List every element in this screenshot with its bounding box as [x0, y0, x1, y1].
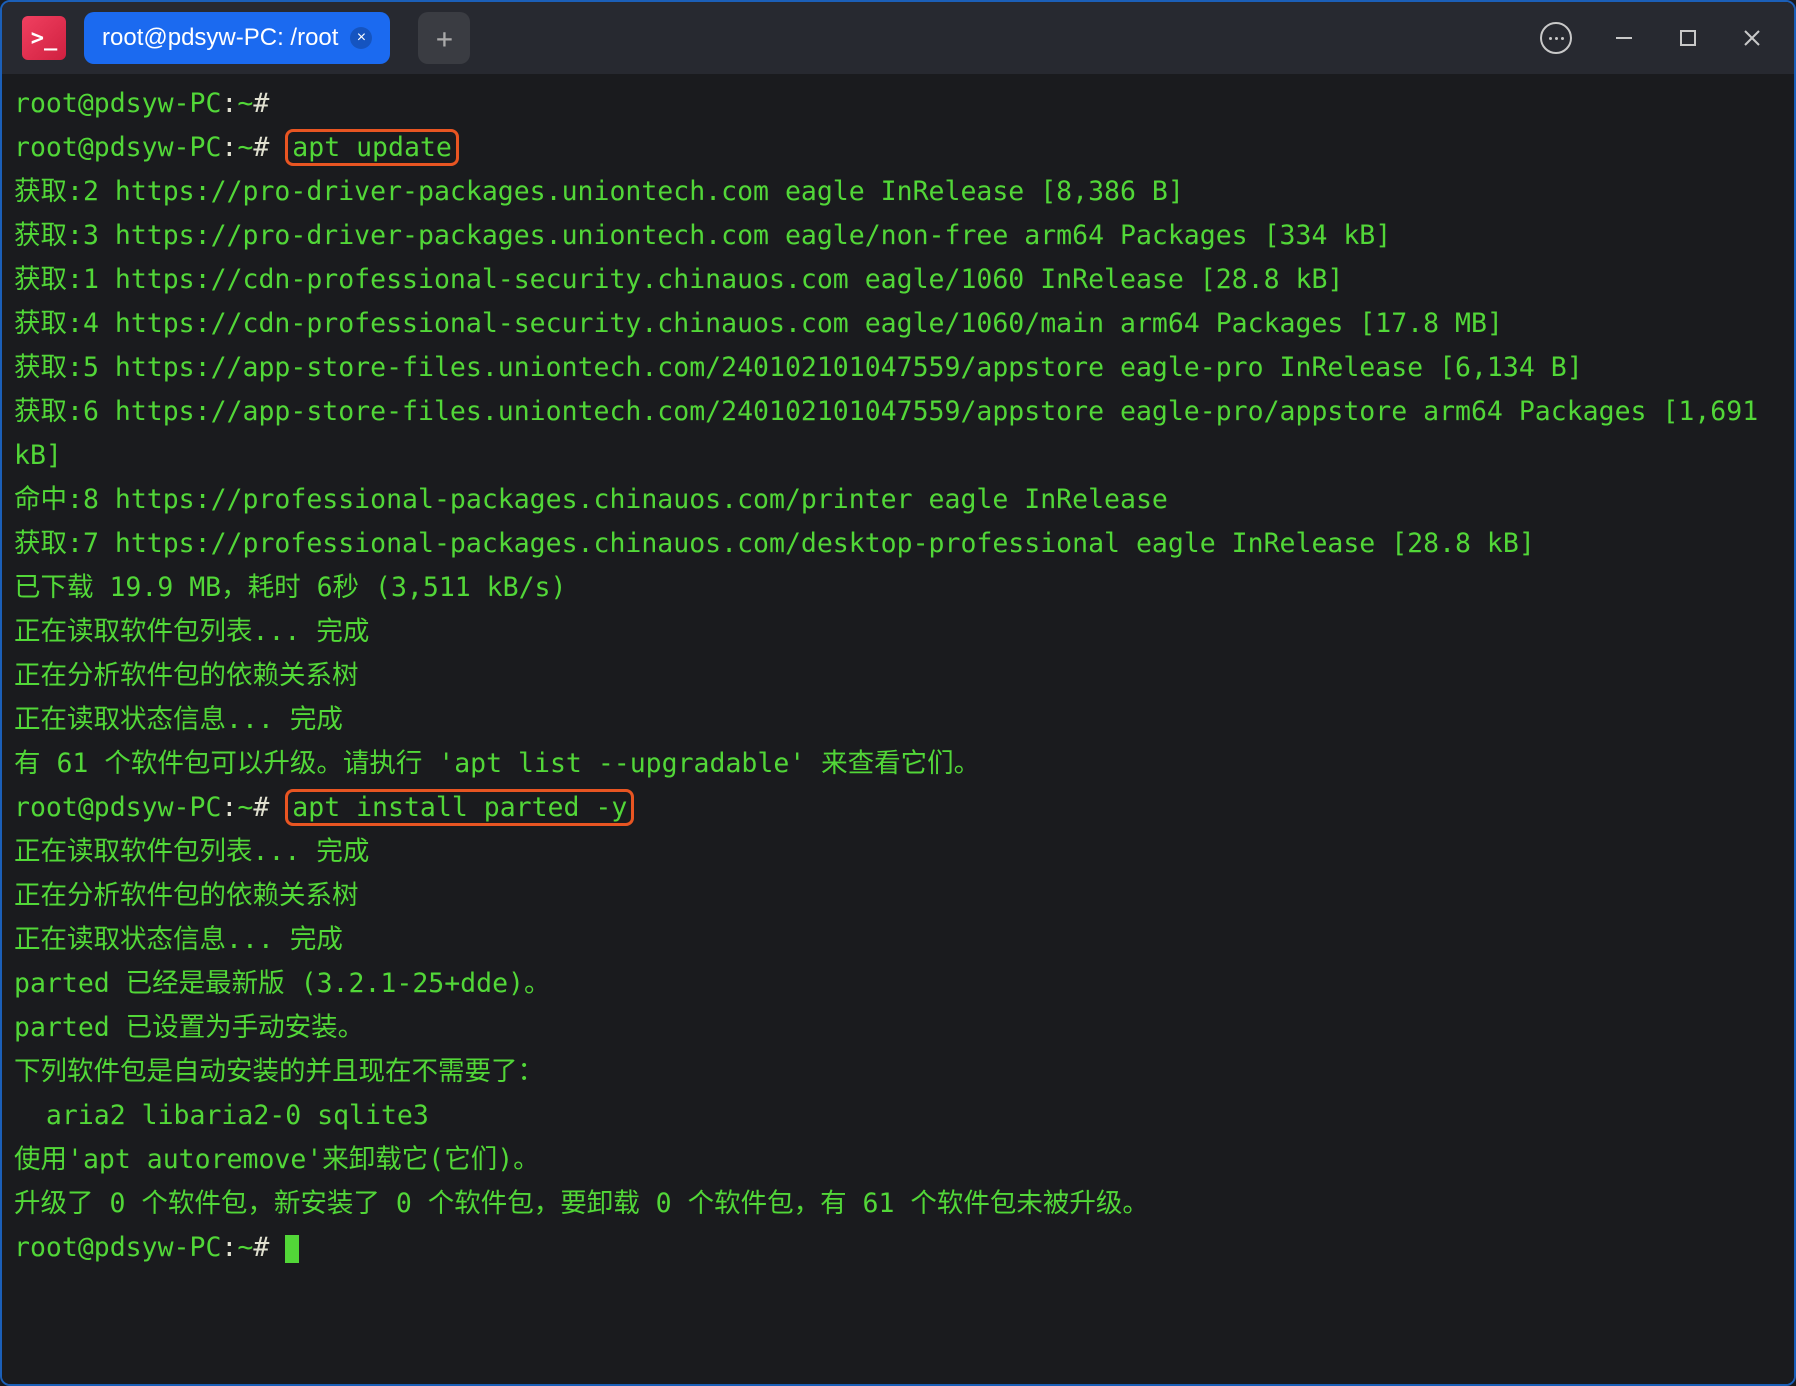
- terminal-line: 获取:1 https://cdn-professional-security.c…: [14, 258, 1782, 302]
- maximize-icon[interactable]: [1676, 26, 1700, 50]
- cmd-apt-update: apt update: [285, 129, 459, 166]
- tab-title: root@pdsyw-PC: /root: [102, 24, 338, 52]
- terminal-output[interactable]: root@pdsyw-PC:~# root@pdsyw-PC:~# apt up…: [2, 74, 1794, 1384]
- terminal-line: 正在读取软件包列表... 完成: [14, 610, 1782, 654]
- terminal-line: 获取:7 https://professional-packages.china…: [14, 522, 1782, 566]
- terminal-line: 有 61 个软件包可以升级。请执行 'apt list --upgradable…: [14, 742, 1782, 786]
- terminal-line: parted 已经是最新版 (3.2.1-25+dde)。: [14, 962, 1782, 1006]
- terminal-line: 正在分析软件包的依赖关系树: [14, 654, 1782, 698]
- terminal-line: 获取:4 https://cdn-professional-security.c…: [14, 302, 1782, 346]
- terminal-line: aria2 libaria2-0 sqlite3: [14, 1094, 1782, 1138]
- terminal-line: 下列软件包是自动安装的并且现在不需要了：: [14, 1050, 1782, 1094]
- terminal-line: 获取:2 https://pro-driver-packages.unionte…: [14, 170, 1782, 214]
- new-tab-button[interactable]: +: [418, 12, 470, 64]
- terminal-line: 正在读取软件包列表... 完成: [14, 830, 1782, 874]
- terminal-line: root@pdsyw-PC:~# apt install parted -y: [14, 786, 1782, 830]
- terminal-line: root@pdsyw-PC:~# apt update: [14, 126, 1782, 170]
- terminal-window: >_ root@pdsyw-PC: /root × + root@pdsyw-P…: [0, 0, 1796, 1386]
- window-controls: [1540, 22, 1764, 54]
- active-tab[interactable]: root@pdsyw-PC: /root ×: [84, 12, 390, 64]
- terminal-line: 正在分析软件包的依赖关系树: [14, 874, 1782, 918]
- terminal-line: 获取:6 https://app-store-files.uniontech.c…: [14, 390, 1782, 478]
- cursor: [285, 1235, 299, 1263]
- titlebar: >_ root@pdsyw-PC: /root × +: [2, 2, 1794, 74]
- terminal-line: 正在读取状态信息... 完成: [14, 918, 1782, 962]
- terminal-app-icon: >_: [22, 16, 66, 60]
- tab-close-icon[interactable]: ×: [350, 27, 372, 49]
- terminal-line: 命中:8 https://professional-packages.china…: [14, 478, 1782, 522]
- terminal-line: root@pdsyw-PC:~#: [14, 1226, 1782, 1270]
- close-icon[interactable]: [1740, 26, 1764, 50]
- terminal-line: 获取:3 https://pro-driver-packages.unionte…: [14, 214, 1782, 258]
- cmd-apt-install-parted: apt install parted -y: [285, 789, 634, 826]
- terminal-line: 获取:5 https://app-store-files.uniontech.c…: [14, 346, 1782, 390]
- terminal-line: 已下载 19.9 MB，耗时 6秒 (3,511 kB/s): [14, 566, 1782, 610]
- minimize-icon[interactable]: [1612, 26, 1636, 50]
- terminal-line: parted 已设置为手动安装。: [14, 1006, 1782, 1050]
- terminal-line: 使用'apt autoremove'来卸载它(它们)。: [14, 1138, 1782, 1182]
- more-menu-icon[interactable]: [1540, 22, 1572, 54]
- terminal-line: 正在读取状态信息... 完成: [14, 698, 1782, 742]
- terminal-line: root@pdsyw-PC:~#: [14, 82, 1782, 126]
- terminal-line: 升级了 0 个软件包，新安装了 0 个软件包，要卸载 0 个软件包，有 61 个…: [14, 1182, 1782, 1226]
